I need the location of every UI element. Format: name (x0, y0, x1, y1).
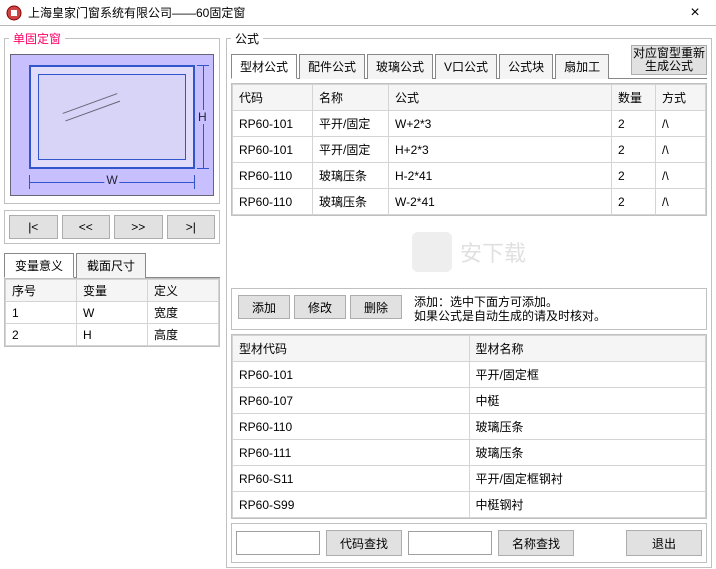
formula-tab-4[interactable]: 公式块 (499, 54, 553, 79)
name-search-input[interactable] (408, 531, 492, 555)
nav-prev-button[interactable]: << (62, 215, 111, 239)
formula-tab-0[interactable]: 型材公式 (231, 54, 297, 79)
formula-tab-5[interactable]: 扇加工 (555, 54, 609, 79)
var-table: 序号 变量 定义 1W宽度2H高度 (4, 278, 220, 347)
pth-name: 型材名称 (469, 336, 706, 362)
profile-table: 型材代码 型材名称 RP60-101平开/固定框RP60-107中梃RP60-1… (231, 334, 707, 519)
fth-qty: 数量 (612, 85, 656, 111)
var-th-def: 定义 (148, 280, 219, 302)
table-row[interactable]: RP60-S99中梃钢衬 (233, 492, 706, 518)
close-icon[interactable]: × (680, 4, 710, 22)
window-title: 上海皇家门窗系统有限公司——60固定窗 (28, 4, 680, 21)
dim-h-label: H (198, 110, 207, 124)
watermark-text: 安下载 (460, 236, 526, 268)
table-row[interactable]: RP60-107中梃 (233, 388, 706, 414)
fth-code: 代码 (233, 85, 313, 111)
table-row[interactable]: RP60-110玻璃压条W-2*412/\ (233, 189, 706, 215)
exit-button[interactable]: 退出 (626, 530, 702, 556)
window-diagram: W H (10, 54, 214, 196)
fth-name: 名称 (313, 85, 389, 111)
diagram-legend: 单固定窗 (9, 30, 65, 47)
dim-w-label: W (104, 173, 119, 187)
formula-tab-1[interactable]: 配件公式 (299, 54, 365, 79)
lock-icon (412, 232, 452, 272)
regen-formula-button[interactable]: 对应窗型重新生成公式 (631, 45, 707, 75)
title-bar: 上海皇家门窗系统有限公司——60固定窗 × (0, 0, 716, 26)
diagram-group: 单固定窗 W H (4, 30, 220, 204)
edit-button[interactable]: 修改 (294, 295, 346, 319)
code-search-button[interactable]: 代码查找 (326, 530, 402, 556)
table-row[interactable]: 1W宽度 (6, 302, 219, 324)
bottom-bar: 代码查找 名称查找 退出 (231, 523, 707, 563)
table-row[interactable]: RP60-110玻璃压条H-2*412/\ (233, 163, 706, 189)
fth-mode: 方式 (656, 85, 706, 111)
var-th-var: 变量 (77, 280, 148, 302)
table-row[interactable]: RP60-101平开/固定W+2*32/\ (233, 111, 706, 137)
formula-table: 代码 名称 公式 数量 方式 RP60-101平开/固定W+2*32/\RP60… (231, 83, 707, 216)
action-hint: 添加：选中下面方可添加。 如果公式是自动生成的请及时核对。 (406, 295, 700, 323)
delete-button[interactable]: 删除 (350, 295, 402, 319)
var-th-no: 序号 (6, 280, 77, 302)
table-row[interactable]: RP60-S11平开/固定框钢衬 (233, 466, 706, 492)
nav-next-button[interactable]: >> (114, 215, 163, 239)
formula-group: 公式 对应窗型重新生成公式 型材公式配件公式玻璃公式V口公式公式块扇加工 代码 … (226, 30, 712, 568)
watermark-area: 安下载 (231, 222, 707, 282)
app-icon (6, 5, 22, 21)
formula-tab-2[interactable]: 玻璃公式 (367, 54, 433, 79)
table-row[interactable]: RP60-101平开/固定框 (233, 362, 706, 388)
add-button[interactable]: 添加 (238, 295, 290, 319)
code-search-input[interactable] (236, 531, 320, 555)
action-bar: 添加 修改 删除 添加：选中下面方可添加。 如果公式是自动生成的请及时核对。 (231, 288, 707, 330)
table-row[interactable]: RP60-101平开/固定H+2*32/\ (233, 137, 706, 163)
nav-first-button[interactable]: |< (9, 215, 58, 239)
name-search-button[interactable]: 名称查找 (498, 530, 574, 556)
tab-var-meaning[interactable]: 变量意义 (4, 253, 74, 278)
fth-formula: 公式 (389, 85, 612, 111)
table-row[interactable]: RP60-110玻璃压条 (233, 414, 706, 440)
formula-tab-3[interactable]: V口公式 (435, 54, 497, 79)
pth-code: 型材代码 (233, 336, 470, 362)
table-row[interactable]: 2H高度 (6, 324, 219, 346)
formula-legend: 公式 (231, 30, 263, 47)
left-tabs: 变量意义 截面尺寸 (4, 252, 220, 278)
table-row[interactable]: RP60-111玻璃压条 (233, 440, 706, 466)
record-nav: |< << >> >| (4, 210, 220, 244)
nav-last-button[interactable]: >| (167, 215, 216, 239)
tab-section-size[interactable]: 截面尺寸 (76, 253, 146, 278)
